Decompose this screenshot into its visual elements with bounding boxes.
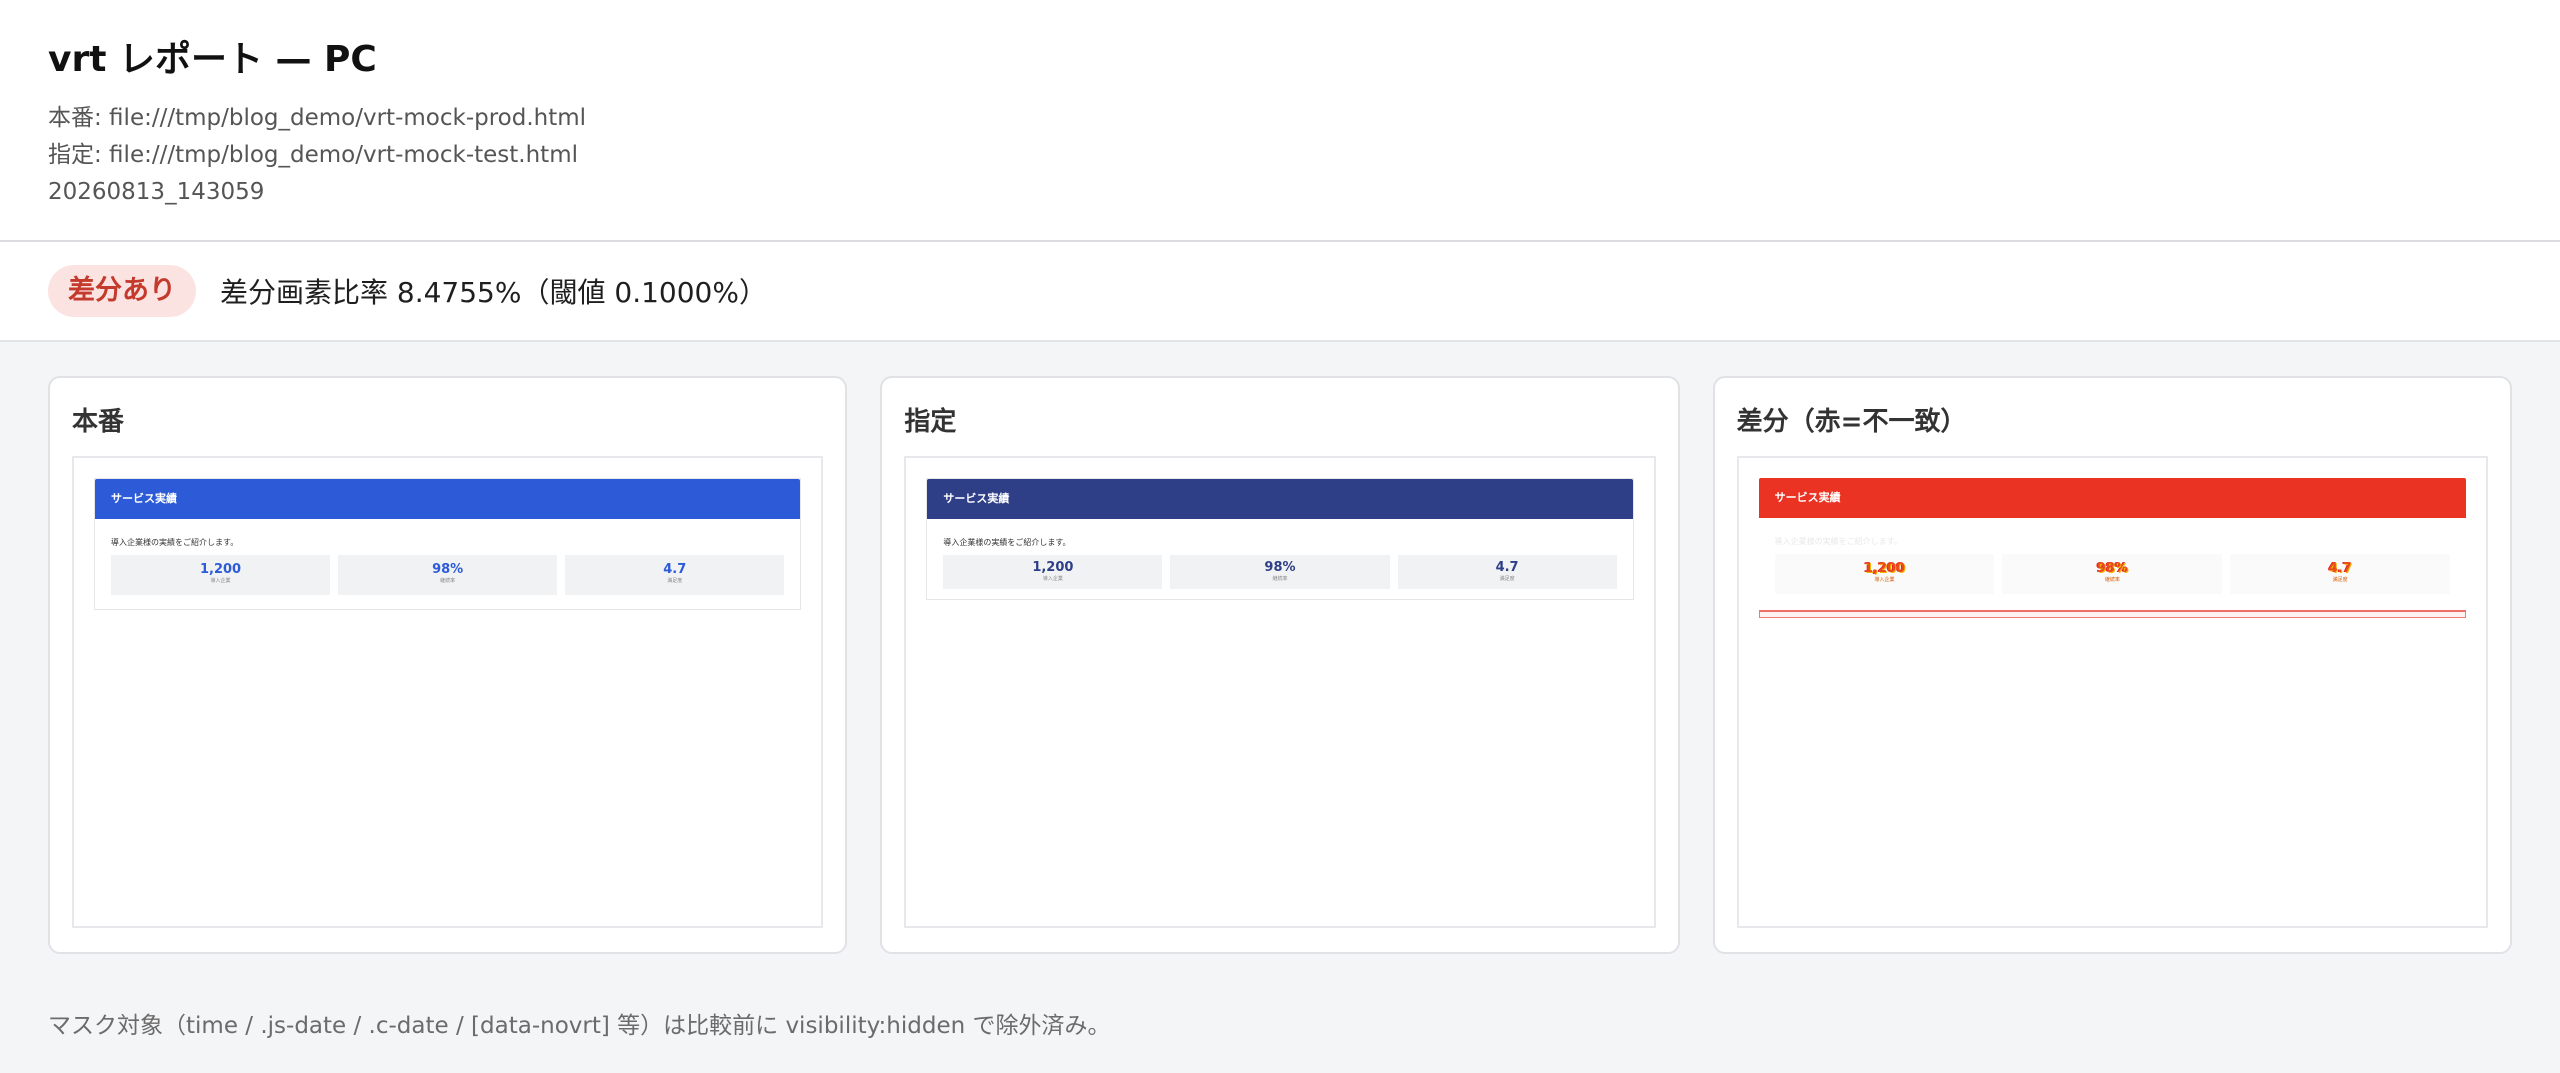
stat-label: 満足度 [1499,576,1515,582]
diff-summary: 差分あり 差分画素比率 8.4755%（閾値 0.1000%） [0,242,2560,342]
prod-url: 本番: file:///tmp/blog_demo/vrt-mock-prod.… [48,105,587,131]
mock-body: 導入企業様の実績をご紹介します。 1,200 導入企業 98% 継続率 4.7 [1759,518,2466,608]
mock-stats: 1,200 導入企業 98% 継続率 4.7 満足度 [943,555,1617,589]
mask-footnote: マスク対象（time / .js-date / .c-date / [data-… [48,1013,1111,1039]
panel-test: 指定 サービス実績 導入企業様の実績をご紹介します。 1,200 導入企業 98… [880,376,1680,954]
stat-card: 4.7 満足度 [1397,555,1617,589]
mock-lead: 導入企業様の実績をご紹介します。 [1774,537,1902,546]
mock-lead: 導入企業様の実績をご紹介します。 [111,538,239,547]
mock-header: サービス実績 [927,479,1633,519]
stat-value: 98% [432,562,464,577]
stat-value: 98% [2096,561,2128,576]
stat-card: 4.7 満足度 [565,555,785,595]
report-header: vrt レポート — PC 本番: file:///tmp/blog_demo/… [0,0,2560,242]
diff-ratio-text: 差分画素比率 8.4755%（閾値 0.1000%） [220,276,767,309]
mock-section: サービス実績 導入企業様の実績をご紹介します。 1,200 導入企業 98% 継… [1758,478,2466,618]
stat-label: 満足度 [2332,577,2348,583]
stat-label: 導入企業 [1042,576,1063,582]
screenshot-diff[interactable]: サービス実績 導入企業様の実績をご紹介します。 1,200 導入企業 98% 継… [1736,456,2488,928]
stat-card: 98% 継続率 [338,555,558,595]
stat-card: 1,200 導入企業 [111,555,331,595]
stat-label: 継続率 [1272,576,1288,582]
status-badge: 差分あり [48,265,196,317]
mock-header: サービス実績 [95,479,801,519]
mock-header: サービス実績 [1758,478,2466,518]
stat-value: 1,200 [1863,561,1906,576]
screenshot-prod[interactable]: サービス実績 導入企業様の実績をご紹介します。 1,200 導入企業 98% 継… [72,456,824,928]
stat-label: 継続率 [440,578,456,584]
mock-section: サービス実績 導入企業様の実績をご紹介します。 1,200 導入企業 98% 継… [94,478,802,610]
stat-card: 98% 継続率 [2002,554,2223,594]
stat-card: 1,200 導入企業 [943,555,1163,589]
comparison-panels: 本番 サービス実績 導入企業様の実績をご紹介します。 1,200 導入企業 98… [0,342,2560,954]
stat-label: 満足度 [667,578,683,584]
panel-diff: 差分（赤=不一致） サービス実績 導入企業様の実績をご紹介します。 1,200 … [1712,376,2512,954]
mock-stats: 1,200 導入企業 98% 継続率 4.7 満足度 [1774,554,2450,594]
mock-body: 導入企業様の実績をご紹介します。 1,200 導入企業 98% 継続率 4.7 [95,519,800,609]
diff-highlight-band [1758,610,2466,618]
stat-value: 4.7 [1495,560,1519,575]
stat-value: 98% [1264,560,1296,575]
panel-title: 差分（赤=不一致） [1736,407,1967,437]
panel-title: 指定 [904,407,957,437]
mock-section: サービス実績 導入企業様の実績をご紹介します。 1,200 導入企業 98% 継… [926,478,1634,600]
mock-stats: 1,200 導入企業 98% 継続率 4.7 満足度 [111,555,785,595]
stat-value: 1,200 [1032,560,1074,575]
panel-prod: 本番 サービス実績 導入企業様の実績をご紹介します。 1,200 導入企業 98… [48,376,848,954]
run-timestamp: 20260813_143059 [48,179,265,205]
stat-label: 継続率 [2104,577,2120,583]
panel-title: 本番 [72,407,125,437]
page-title: vrt レポート — PC [48,39,377,80]
stat-label: 導入企業 [210,578,231,584]
test-url: 指定: file:///tmp/blog_demo/vrt-mock-test.… [48,142,578,168]
stat-value: 1,200 [199,562,242,577]
stat-label: 導入企業 [1874,577,1895,583]
stat-card: 4.7 満足度 [2230,554,2450,594]
mock-body: 導入企業様の実績をご紹介します。 1,200 導入企業 98% 継続率 4.7 [927,519,1632,599]
stat-card: 1,200 導入企業 [1774,554,1995,594]
screenshot-test[interactable]: サービス実績 導入企業様の実績をご紹介します。 1,200 導入企業 98% 継… [904,456,1656,928]
mock-lead: 導入企業様の実績をご紹介します。 [943,538,1071,547]
stat-value: 4.7 [663,562,687,577]
stat-value: 4.7 [2328,561,2352,576]
stat-card: 98% 継続率 [1170,555,1390,589]
